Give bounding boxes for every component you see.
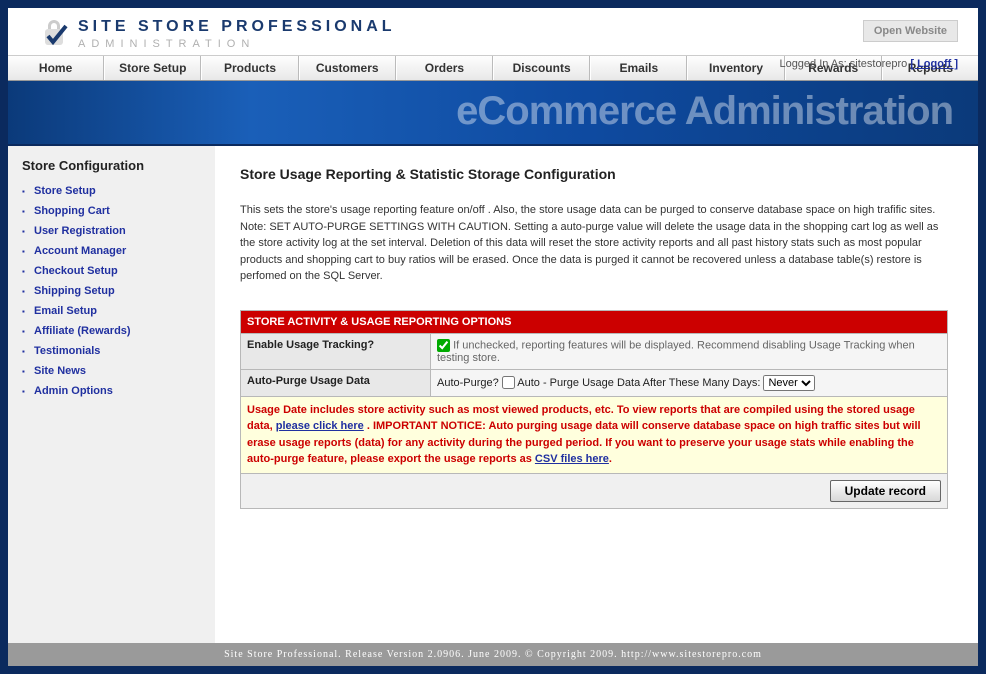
options-header: STORE ACTIVITY & USAGE REPORTING OPTIONS — [241, 310, 948, 333]
open-website-button[interactable]: Open Website — [863, 20, 958, 42]
sidebar-item-checkout-setup[interactable]: Checkout Setup — [22, 261, 205, 281]
intro-text: This sets the store's usage reporting fe… — [240, 202, 948, 285]
sidebar-item-user-registration[interactable]: User Registration — [22, 221, 205, 241]
auto-purge-mid: Auto - Purge Usage Data After These Many… — [517, 377, 763, 389]
auto-purge-prefix: Auto-Purge? — [437, 377, 502, 389]
view-reports-link[interactable]: please click here — [276, 420, 364, 432]
banner: eCommerce Administration — [8, 81, 978, 146]
nav-inventory[interactable]: Inventory — [687, 56, 784, 80]
sidebar-item-account-manager[interactable]: Account Manager — [22, 241, 205, 261]
login-info: Logged In As: sitestorepro [ Logoff ] — [779, 58, 958, 70]
enable-tracking-checkbox[interactable] — [437, 339, 450, 352]
enable-tracking-label: Enable Usage Tracking? — [241, 333, 431, 369]
sidebar-title: Store Configuration — [22, 158, 205, 173]
footer: Site Store Professional. Release Version… — [8, 643, 978, 666]
usage-notice: Usage Date includes store activity such … — [241, 396, 948, 473]
sidebar-item-admin-options[interactable]: Admin Options — [22, 381, 205, 401]
nav-products[interactable]: Products — [201, 56, 298, 80]
sidebar-item-store-setup[interactable]: Store Setup — [22, 181, 205, 201]
nav-home[interactable]: Home — [8, 56, 104, 80]
sidebar-item-site-news[interactable]: Site News — [22, 361, 205, 381]
logo-icon — [38, 18, 70, 50]
sidebar-item-testimonials[interactable]: Testimonials — [22, 341, 205, 361]
sidebar: Store Configuration Store Setup Shopping… — [8, 146, 215, 643]
sidebar-item-shipping-setup[interactable]: Shipping Setup — [22, 281, 205, 301]
banner-text: eCommerce Administration — [456, 89, 953, 134]
csv-export-link[interactable]: CSV files here — [535, 453, 609, 465]
sidebar-item-email-setup[interactable]: Email Setup — [22, 301, 205, 321]
auto-purge-days-select[interactable]: Never — [763, 375, 815, 391]
update-record-button[interactable]: Update record — [830, 480, 941, 502]
nav-customers[interactable]: Customers — [299, 56, 396, 80]
nav-orders[interactable]: Orders — [396, 56, 493, 80]
sidebar-item-affiliate[interactable]: Affiliate (Rewards) — [22, 321, 205, 341]
nav-emails[interactable]: Emails — [590, 56, 687, 80]
auto-purge-checkbox[interactable] — [502, 376, 515, 389]
nav-discounts[interactable]: Discounts — [493, 56, 590, 80]
enable-tracking-hint: If unchecked, reporting features will be… — [437, 339, 915, 364]
sidebar-item-shopping-cart[interactable]: Shopping Cart — [22, 201, 205, 221]
page-title: Store Usage Reporting & Statistic Storag… — [240, 166, 948, 182]
app-subtitle: ADMINISTRATION — [78, 38, 396, 50]
app-title: SITE STORE PROFESSIONAL — [78, 18, 396, 36]
logoff-link[interactable]: [ Logoff ] — [910, 58, 958, 70]
nav-store-setup[interactable]: Store Setup — [104, 56, 201, 80]
auto-purge-label: Auto-Purge Usage Data — [241, 369, 431, 396]
options-table: STORE ACTIVITY & USAGE REPORTING OPTIONS… — [240, 310, 948, 509]
